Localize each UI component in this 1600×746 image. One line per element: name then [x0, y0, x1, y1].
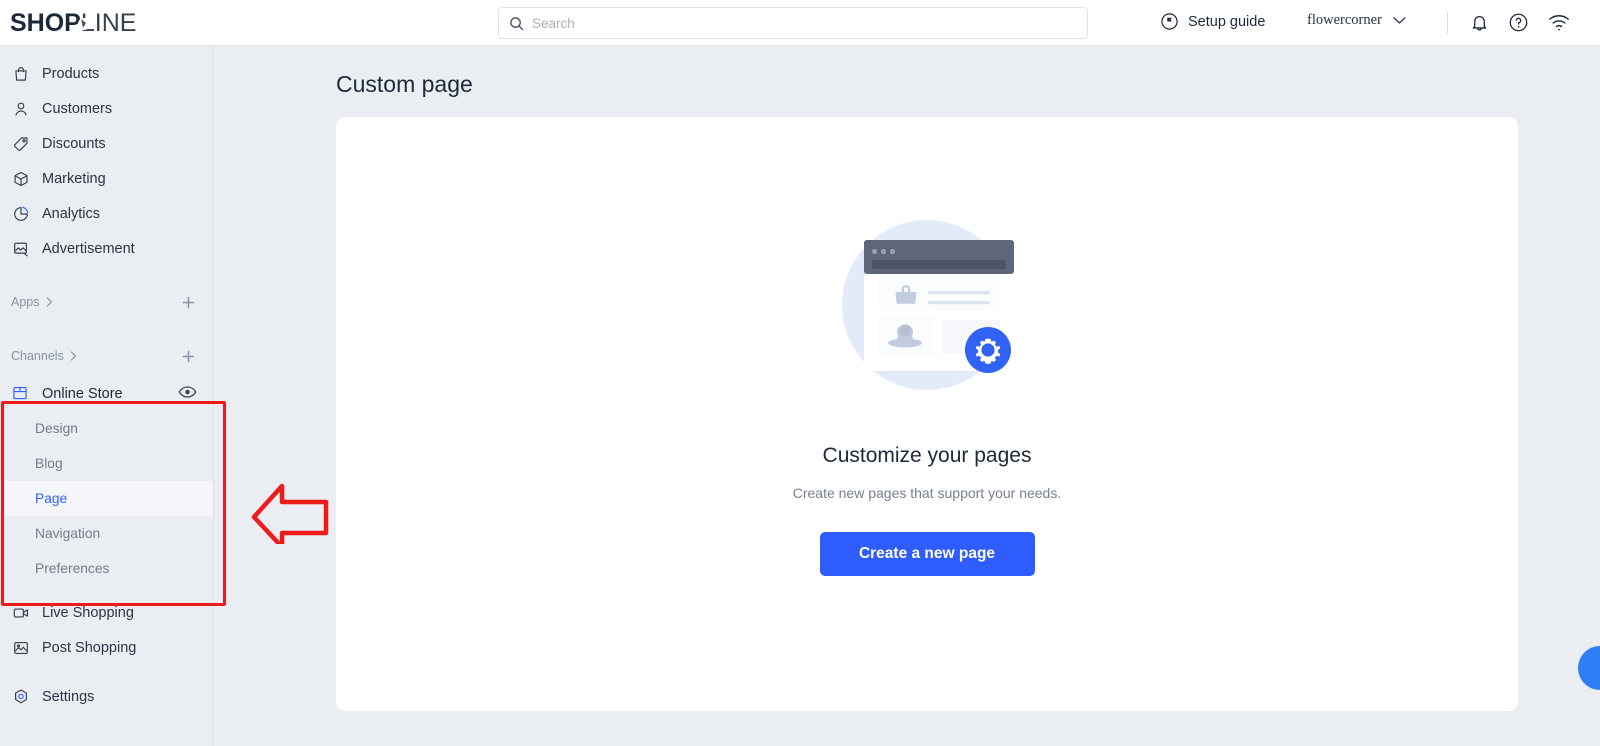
sidebar-item-label: Online Store	[42, 385, 123, 402]
sidebar-item-label: Settings	[42, 688, 95, 705]
search-input[interactable]	[532, 15, 1077, 31]
sidebar-subitem-page[interactable]: Page	[0, 481, 213, 516]
browser-window-with-gear-illustration	[802, 212, 1052, 402]
sidebar-subitem-label: Page	[35, 491, 68, 506]
chevron-right-icon	[46, 297, 52, 307]
setup-guide-button[interactable]: Setup guide	[1160, 12, 1265, 31]
sidebar-subitem-blog[interactable]: Blog	[0, 446, 213, 481]
store-icon	[11, 384, 30, 403]
sidebar-section-channels[interactable]: Channels	[0, 341, 213, 371]
sidebar-item-discounts[interactable]: Discounts	[0, 126, 213, 161]
setup-guide-label: Setup guide	[1188, 13, 1266, 30]
sidebar-subitem-label: Preferences	[35, 561, 110, 576]
empty-state: Customize your pages Create new pages th…	[336, 117, 1518, 711]
topbar-divider	[1447, 12, 1448, 34]
add-app-button[interactable]	[180, 294, 197, 311]
sidebar-item-customers[interactable]: Customers	[0, 91, 213, 126]
empty-state-subtitle: Create new pages that support your needs…	[792, 485, 1062, 501]
top-bar: SHOPLINE Setup guide flowercorner	[0, 0, 1600, 46]
store-name: flowercorner	[1307, 12, 1382, 28]
chevron-down-icon	[1393, 17, 1406, 24]
sidebar-item-live-shopping[interactable]: Live Shopping	[0, 595, 213, 630]
sidebar-subitem-navigation[interactable]: Navigation	[0, 516, 213, 551]
shopline-logo[interactable]: SHOP LINE	[10, 9, 136, 38]
person-icon	[11, 99, 30, 118]
store-selector[interactable]: flowercorner	[1307, 12, 1406, 29]
bell-icon	[1472, 16, 1487, 31]
sidebar-item-label: Marketing	[42, 170, 106, 187]
sidebar-subitem-preferences[interactable]: Preferences	[0, 551, 213, 586]
logo-text-bold: SHOP	[10, 9, 81, 37]
sidebar-item-marketing[interactable]: Marketing	[0, 161, 213, 196]
main-content: Custom page Customize your pages Create …	[215, 46, 1600, 746]
empty-state-title: Customize your pages	[822, 444, 1032, 467]
video-camera-icon	[11, 603, 30, 622]
sidebar-item-label: Live Shopping	[42, 604, 134, 621]
sidebar-item-label: Advertisement	[42, 240, 135, 257]
sidebar-item-post-shopping[interactable]: Post Shopping	[0, 630, 213, 665]
page-title: Custom page	[336, 71, 473, 97]
image-icon	[11, 638, 30, 657]
sidebar-item-settings[interactable]: Settings	[0, 679, 213, 714]
sidebar-section-apps[interactable]: Apps	[0, 287, 213, 317]
sidebar-item-online-store[interactable]: Online Store	[0, 376, 213, 411]
create-new-page-button[interactable]: Create a new page	[819, 532, 1035, 576]
tag-icon	[11, 134, 30, 153]
sidebar-item-products[interactable]: Products	[0, 56, 213, 91]
pie-chart-icon	[11, 204, 30, 223]
dove-icon	[78, 18, 90, 30]
sidebar-item-label: Post Shopping	[42, 639, 137, 656]
sidebar-item-label: Discounts	[42, 135, 106, 152]
add-channel-button[interactable]	[180, 348, 197, 365]
app-root: SHOPLINE Setup guide flowercorner	[0, 0, 1600, 746]
sidebar: Products Customers Discounts Marketing A…	[0, 46, 214, 746]
sidebar-item-label: Analytics	[42, 205, 101, 222]
sidebar-subitem-label: Navigation	[35, 526, 101, 541]
sidebar-item-advertisement[interactable]: Advertisement	[0, 231, 213, 266]
flag-circle-icon	[1161, 13, 1178, 30]
custom-page-card: Customize your pages Create new pages th…	[336, 117, 1518, 711]
sidebar-item-label: Customers	[42, 100, 113, 117]
cube-icon	[11, 169, 30, 188]
sidebar-section-label: Channels	[11, 349, 64, 363]
chevron-right-icon	[70, 351, 76, 361]
sidebar-subitem-label: Blog	[35, 456, 63, 471]
sidebar-item-label: Products	[42, 65, 100, 82]
help-button[interactable]	[1508, 12, 1529, 38]
advertisement-icon	[11, 239, 30, 258]
sidebar-item-analytics[interactable]: Analytics	[0, 196, 213, 231]
sidebar-subitem-design[interactable]: Design	[0, 411, 213, 446]
eye-icon[interactable]	[178, 385, 197, 403]
wifi-icon	[1549, 15, 1569, 31]
search-box[interactable]	[498, 7, 1088, 39]
bag-icon	[11, 64, 30, 83]
settings-gear-icon	[11, 687, 30, 706]
notifications-button[interactable]	[1469, 12, 1490, 38]
sidebar-section-label: Apps	[11, 295, 40, 309]
help-circle-icon	[1509, 13, 1528, 32]
connection-status-button[interactable]	[1548, 12, 1570, 37]
plus-icon	[182, 296, 195, 308]
sidebar-subitem-label: Design	[35, 421, 78, 436]
search-icon	[510, 16, 524, 30]
plus-icon	[182, 350, 195, 362]
